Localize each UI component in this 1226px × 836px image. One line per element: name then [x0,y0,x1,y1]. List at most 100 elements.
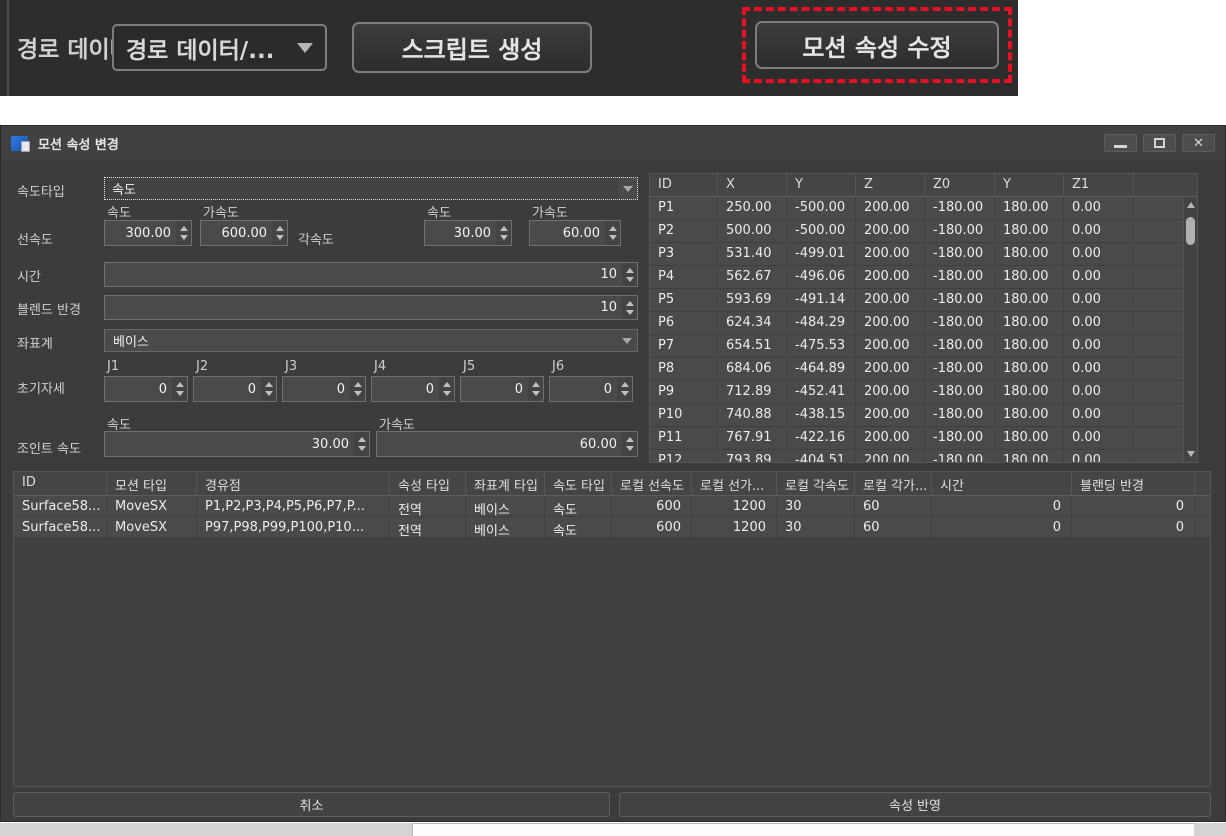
column-header[interactable]: Z1 [1064,174,1134,196]
spin-down-arrow[interactable] [276,235,284,240]
minimize-button[interactable] [1104,134,1137,152]
column-header[interactable]: 경유점 [197,472,390,495]
spin-down-arrow[interactable] [626,310,634,315]
spin-down-arrow[interactable] [358,446,366,451]
column-header[interactable]: 속도 타입 [545,472,612,495]
spin-down-arrow[interactable] [180,235,188,240]
angular-speed-spinner[interactable]: 30.00 [424,220,512,246]
motion-edit-button[interactable]: 모션 속성 수정 [755,21,999,69]
background-window-strip-right [1194,823,1226,836]
spin-up-arrow[interactable] [609,226,617,231]
spin-down-arrow[interactable] [609,235,617,240]
spin-up-arrow[interactable] [358,437,366,442]
joint-j1-spinner[interactable]: 0 [104,376,188,402]
spin-up-arrow[interactable] [180,226,188,231]
table-row[interactable]: P1250.00-500.00200.00-180.00180.000.00 [650,197,1197,220]
table-row[interactable]: P7654.51-475.53200.00-180.00180.000.00 [650,335,1197,358]
path-data-dropdown[interactable]: 경로 데이터/... [112,24,327,71]
table-row[interactable]: Surface58...MoveSXP1,P2,P3,P4,P5,P6,P7,P… [14,496,1210,517]
cancel-button[interactable]: 취소 [13,792,610,817]
spin-down-arrow[interactable] [176,391,184,396]
vertical-scrollbar[interactable] [1183,197,1197,462]
joint-j6-spinner[interactable]: 0 [549,376,633,402]
joint-j5-spinner[interactable]: 0 [460,376,544,402]
scroll-down-arrow-icon[interactable] [1187,451,1195,457]
spin-up-arrow[interactable] [626,268,634,273]
table-row[interactable]: P11767.91-422.16200.00-180.00180.000.00 [650,427,1197,450]
scrollbar-thumb[interactable] [1186,217,1195,245]
column-header[interactable]: X [718,174,787,196]
scroll-up-arrow-icon[interactable] [1187,202,1195,208]
table-cell: 793.89 [718,450,787,463]
dialog-titlebar[interactable]: 모션 속성 변경 ✕ [1,126,1225,160]
table-row[interactable]: P9712.89-452.41200.00-180.00180.000.00 [650,381,1197,404]
column-header[interactable]: 모션 타입 [107,472,197,495]
time-spinner[interactable]: 10 [104,262,638,287]
spin-down-arrow[interactable] [626,277,634,282]
spin-down-arrow[interactable] [621,391,629,396]
column-header[interactable]: Z0 [925,174,995,196]
column-header[interactable]: 속성 타입 [390,472,466,495]
table-row[interactable]: P5593.69-491.14200.00-180.00180.000.00 [650,289,1197,312]
column-header[interactable]: 시간 [932,472,1072,495]
column-header[interactable]: 로컬 선가... [692,472,777,495]
column-header[interactable]: 로컬 선속도 [612,472,692,495]
spin-down-arrow[interactable] [443,391,451,396]
table-cell: 전역 [390,496,466,516]
spin-up-arrow[interactable] [621,382,629,387]
spin-down-arrow[interactable] [500,235,508,240]
column-header[interactable]: ID [14,472,107,495]
table-row[interactable]: P2500.00-500.00200.00-180.00180.000.00 [650,220,1197,243]
coord-system-dropdown[interactable]: 베이스 [104,329,638,352]
angular-accel-spinner[interactable]: 60.00 [529,220,621,246]
table-row[interactable]: P3531.40-499.01200.00-180.00180.000.00 [650,243,1197,266]
joint-j3-spinner[interactable]: 0 [282,376,366,402]
chevron-down-icon[interactable] [618,177,638,200]
linear-accel-spinner[interactable]: 600.00 [200,220,288,246]
table-row[interactable]: P4562.67-496.06200.00-180.00180.000.00 [650,266,1197,289]
spin-down-arrow[interactable] [265,391,273,396]
column-header[interactable]: Y [995,174,1064,196]
column-header[interactable]: Y [787,174,856,196]
table-row[interactable]: P6624.34-484.29200.00-180.00180.000.00 [650,312,1197,335]
table-row[interactable]: P12793.89-404.51200.00-180.00180.000.00 [650,450,1197,463]
column-header[interactable]: 로컬 각속도 [777,472,855,495]
table-cell: -500.00 [787,197,856,219]
spin-up-arrow[interactable] [176,382,184,387]
table-cell: 200.00 [856,335,925,357]
joint-j2-spinner[interactable]: 0 [193,376,277,402]
blend-radius-spinner[interactable]: 10 [104,295,638,320]
spin-down-arrow[interactable] [354,391,362,396]
spin-down-arrow[interactable] [626,446,634,451]
spin-up-arrow[interactable] [626,301,634,306]
time-label: 시간 [17,266,41,285]
table-row[interactable]: Surface58...MoveSXP97,P98,P99,P100,P10..… [14,517,1210,538]
chevron-down-icon[interactable] [617,330,637,351]
spin-up-arrow[interactable] [626,437,634,442]
column-header[interactable]: 블랜딩 반경 [1072,472,1195,495]
maximize-button[interactable] [1143,134,1176,152]
spin-up-arrow[interactable] [276,226,284,231]
spin-up-arrow[interactable] [265,382,273,387]
column-header[interactable]: 로컬 각가... [855,472,932,495]
column-header[interactable]: Z [856,174,925,196]
spin-down-arrow[interactable] [532,391,540,396]
close-button[interactable]: ✕ [1182,134,1215,152]
column-header[interactable]: 좌표계 타입 [466,472,545,495]
joint-j4-spinner[interactable]: 0 [371,376,455,402]
table-row[interactable]: P8684.06-464.89200.00-180.00180.000.00 [650,358,1197,381]
speed-type-dropdown[interactable]: 속도 [104,177,638,200]
table-row[interactable]: P10740.88-438.15200.00-180.00180.000.00 [650,404,1197,427]
spin-up-arrow[interactable] [443,382,451,387]
spin-up-arrow[interactable] [354,382,362,387]
spin-up-arrow[interactable] [532,382,540,387]
joint-accel-spinner[interactable]: 60.00 [376,431,638,457]
angular-speed-speed-sublabel: 속도 [427,202,451,221]
script-generate-button[interactable]: 스크립트 생성 [352,22,592,73]
joint-speed-spinner[interactable]: 30.00 [104,431,370,457]
linear-speed-spinner[interactable]: 300.00 [104,220,192,246]
table-cell: -180.00 [925,450,995,463]
spin-up-arrow[interactable] [500,226,508,231]
apply-button[interactable]: 속성 반영 [619,792,1211,817]
column-header[interactable]: ID [650,174,718,196]
